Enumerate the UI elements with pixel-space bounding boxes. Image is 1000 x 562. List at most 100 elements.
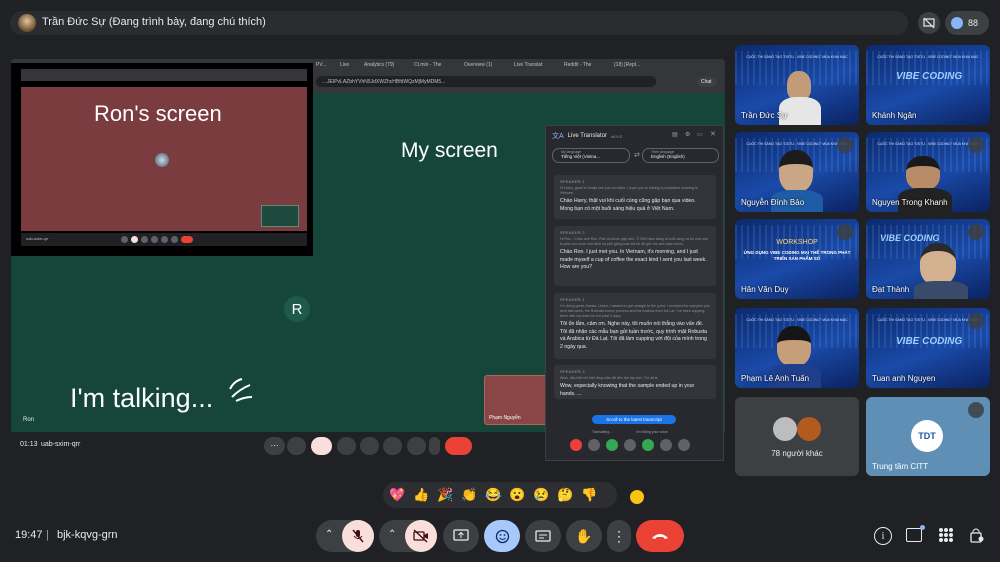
raise-hand-button[interactable] xyxy=(407,437,426,455)
mic-options-chevron-icon[interactable]: ⌃ xyxy=(325,529,333,540)
emoji-button[interactable] xyxy=(360,437,379,455)
hide-share-button[interactable] xyxy=(918,12,940,34)
ron-screen-label: Ron's screen xyxy=(94,101,222,126)
original-text: Hi Harry, good to finally see you on vid… xyxy=(560,186,698,195)
apps-grid-icon[interactable] xyxy=(939,528,953,542)
close-icon[interactable]: ✕ xyxy=(710,130,716,138)
browser-tab[interactable]: Live Translat xyxy=(514,62,562,68)
presenter-title: Trần Đức Sự (Đang trình bày, đang chú th… xyxy=(42,16,266,28)
browser-tab[interactable]: Reddit - The xyxy=(564,62,612,68)
participant-video xyxy=(920,243,956,285)
present-button[interactable] xyxy=(337,437,356,455)
inner-self-tile xyxy=(261,205,299,227)
raise-hand-button[interactable]: ✋ xyxy=(566,520,602,552)
mic-toggle-button[interactable] xyxy=(342,520,374,552)
browser-tab[interactable]: Ct.min - The xyxy=(414,62,462,68)
mic-icon[interactable] xyxy=(606,439,618,451)
reaction-sad[interactable]: 😢 xyxy=(531,485,552,506)
inner-meet-code: uab-sxim-qrr xyxy=(26,236,49,241)
participant-tile[interactable]: CUỘC THI SÁNG TẠO "DSTU - VIBE CODING" M… xyxy=(735,132,859,212)
reaction-clap[interactable]: 👏 xyxy=(459,485,480,506)
more-options-button[interactable]: ⋮ xyxy=(607,520,631,552)
participant-name: Nguyễn Đình Bảo xyxy=(741,198,805,207)
browser-tab[interactable]: PV... xyxy=(316,62,338,68)
my-language-select[interactable]: My language Tiếng Việt (Vietna... xyxy=(552,148,630,163)
browser-chat-button[interactable]: Chat xyxy=(697,77,717,87)
original-text: Hi Ron - Chào anh Ron. Rất vui được gặp … xyxy=(560,237,709,246)
participant-tile[interactable]: TDT Trung tâm CITT xyxy=(866,397,990,476)
people-icon[interactable] xyxy=(642,439,654,451)
reaction-surprised[interactable]: 😮 xyxy=(507,485,528,506)
others-tile[interactable]: 78 người khác xyxy=(735,397,859,476)
mic-off-icon xyxy=(968,137,984,153)
participant-tile[interactable]: CUỘC THI SÁNG TẠO "DSTU - VIBE CODING" M… xyxy=(866,45,990,125)
lt-controls xyxy=(570,439,690,451)
inner-share-canvas: Ron's screen xyxy=(21,87,307,231)
scroll-latest-button[interactable]: Scroll to the latest transcript xyxy=(592,415,676,424)
browser-tab[interactable]: Analytics (79) xyxy=(364,62,412,68)
present-button[interactable] xyxy=(443,520,479,552)
swap-icon[interactable]: ⇄ xyxy=(634,151,640,159)
camera-options-chevron-icon[interactable]: ⌃ xyxy=(388,529,396,540)
participant-tile[interactable]: VIBE CODING Đạt Thành xyxy=(866,219,990,299)
leave-call-button[interactable] xyxy=(636,520,684,552)
hand-icon: ✋ xyxy=(575,527,593,544)
participant-tile[interactable]: WORKSHOP ỨNG DỤNG VIBE CODING MẠI THỂ TR… xyxy=(735,219,859,299)
leave-call-button[interactable] xyxy=(445,437,472,455)
workshop-subtitle: ỨNG DỤNG VIBE CODING MẠI THỂ TRONG PHÁT … xyxy=(743,250,851,261)
their-language-select[interactable]: Their language English (English) xyxy=(642,148,719,163)
participant-name: Tuan anh Nguyen xyxy=(872,374,936,383)
more-options-button[interactable] xyxy=(429,437,440,455)
reaction-heart[interactable]: 💖 xyxy=(387,485,408,506)
host-controls-lock-icon[interactable] xyxy=(970,527,984,543)
lt-title: Live Translator xyxy=(567,133,608,139)
lt-header: 文A Live Translator v0.9.2 xyxy=(552,131,622,141)
browser-tab[interactable]: Overview (1) xyxy=(464,62,512,68)
participant-video xyxy=(777,326,811,366)
participants-count-chip[interactable]: 88 xyxy=(945,11,989,35)
browser-tab[interactable]: Live xyxy=(340,62,362,68)
camera-off-icon xyxy=(413,529,428,543)
participant-tile[interactable]: CUỘC THI SÁNG TẠO "DSTU - VIBE CODING" M… xyxy=(866,308,990,388)
participant-tile[interactable]: CUỘC THI SÁNG TẠO "DSTU - VIBE CODING" M… xyxy=(866,132,990,212)
reaction-thumbs-down[interactable]: 👎 xyxy=(579,485,600,506)
reaction-thumbs-up[interactable]: 👍 xyxy=(411,485,432,506)
emoji-button[interactable] xyxy=(484,520,520,552)
my-language-value: Tiếng Việt (Vietna... xyxy=(561,154,601,159)
captions-button[interactable] xyxy=(525,520,561,552)
stats-icon[interactable]: ▤ xyxy=(672,131,678,138)
minimize-icon[interactable]: ▭ xyxy=(697,131,703,138)
gear-icon[interactable]: ⚙ xyxy=(685,131,690,138)
inner-control-icons xyxy=(121,236,205,243)
mic-off-icon xyxy=(837,137,853,153)
reaction-party[interactable]: 🎉 xyxy=(435,485,456,506)
captions-button[interactable] xyxy=(383,437,402,455)
reaction-thinking[interactable]: 🤔 xyxy=(555,485,576,506)
browser-address-bar[interactable]: …JEIPvLAZbhYVhN5JdXWZhcHBfdWQzMjMyMDM5..… xyxy=(316,76,656,87)
chat-icon[interactable] xyxy=(906,525,925,542)
speaker-icon[interactable] xyxy=(624,439,636,451)
browser-tab[interactable]: (18) [Repl... xyxy=(614,62,654,68)
pause-icon[interactable] xyxy=(588,439,600,451)
reaction-laugh[interactable]: 😂 xyxy=(483,485,504,506)
transcript-card: SPEAKER 1 Hi Harry, good to finally see … xyxy=(554,175,716,219)
present-screen-icon xyxy=(453,529,469,541)
apps-dot xyxy=(944,538,948,542)
info-icon[interactable]: i xyxy=(874,527,892,545)
end-icon[interactable] xyxy=(570,439,582,451)
more-audio-button[interactable]: ⋯ xyxy=(264,437,285,455)
camera-toggle-button[interactable] xyxy=(405,520,437,552)
share-meet-code: uab-sxim-qrr xyxy=(41,441,81,448)
live-translator-panel: 文A Live Translator v0.9.2 ▤ ⚙ ▭ ✕ My lan… xyxy=(545,125,724,461)
mic-button[interactable] xyxy=(287,437,306,455)
participant-count: 88 xyxy=(968,18,979,28)
people-icon xyxy=(951,17,963,29)
settings-icon[interactable] xyxy=(678,439,690,451)
translated-text: Chào Harry, thật vui khi cuối cùng cũng … xyxy=(560,198,696,212)
camera-off-button[interactable] xyxy=(311,437,332,455)
mic-off-icon xyxy=(968,313,984,329)
participant-tile[interactable]: CUỘC THI SÁNG TẠO "DSTU - VIBE CODING" M… xyxy=(735,45,859,125)
download-icon[interactable] xyxy=(660,439,672,451)
skin-tone-icon[interactable] xyxy=(630,490,644,504)
participant-tile[interactable]: CUỘC THI SÁNG TẠO "DSTU - VIBE CODING" M… xyxy=(735,308,859,388)
